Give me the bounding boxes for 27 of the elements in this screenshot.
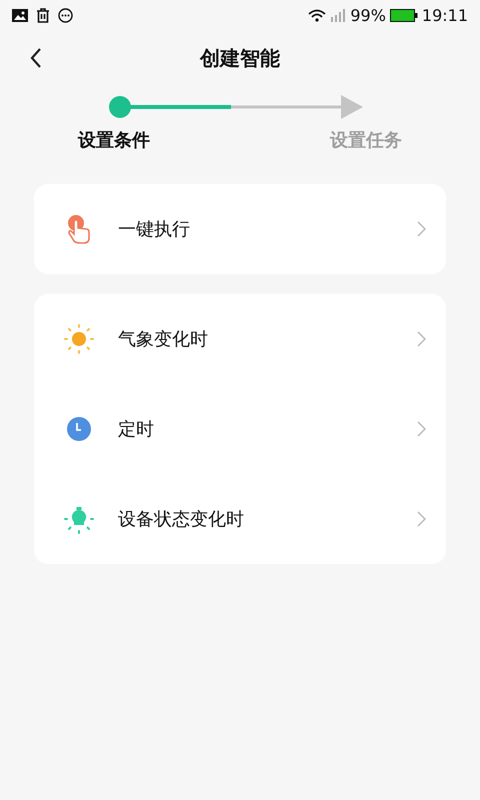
step-label: 设置条件 bbox=[78, 129, 150, 152]
sun-icon bbox=[64, 324, 94, 354]
condition-label: 设备状态变化时 bbox=[118, 508, 245, 531]
clock-icon bbox=[64, 416, 94, 442]
picture-icon bbox=[12, 8, 28, 22]
chevron-right-icon bbox=[417, 331, 426, 347]
signal-icon bbox=[330, 8, 346, 22]
condition-item[interactable]: 一键执行 bbox=[34, 184, 446, 274]
condition-item[interactable]: 定时 bbox=[34, 384, 446, 474]
condition-item[interactable]: 设备状态变化时 bbox=[34, 474, 446, 564]
chevron-right-icon bbox=[417, 221, 426, 237]
condition-item[interactable]: 气象变化时 bbox=[34, 294, 446, 384]
battery-icon bbox=[390, 8, 418, 22]
chevron-right-icon bbox=[417, 421, 426, 437]
trash-icon bbox=[36, 8, 50, 22]
step-label: 设置任务 bbox=[330, 129, 402, 152]
condition-label: 气象变化时 bbox=[118, 328, 209, 351]
back-icon[interactable] bbox=[30, 48, 42, 68]
page-title: 创建智能 bbox=[200, 44, 280, 72]
wifi-icon bbox=[308, 8, 326, 22]
clock-time: 19:11 bbox=[422, 6, 468, 24]
condition-label: 一键执行 bbox=[118, 218, 191, 241]
more-icon bbox=[58, 8, 73, 22]
condition-label: 定时 bbox=[118, 418, 155, 441]
chevron-right-icon bbox=[417, 511, 426, 527]
bulb-icon bbox=[64, 504, 94, 534]
battery-percent: 99% bbox=[350, 6, 386, 24]
